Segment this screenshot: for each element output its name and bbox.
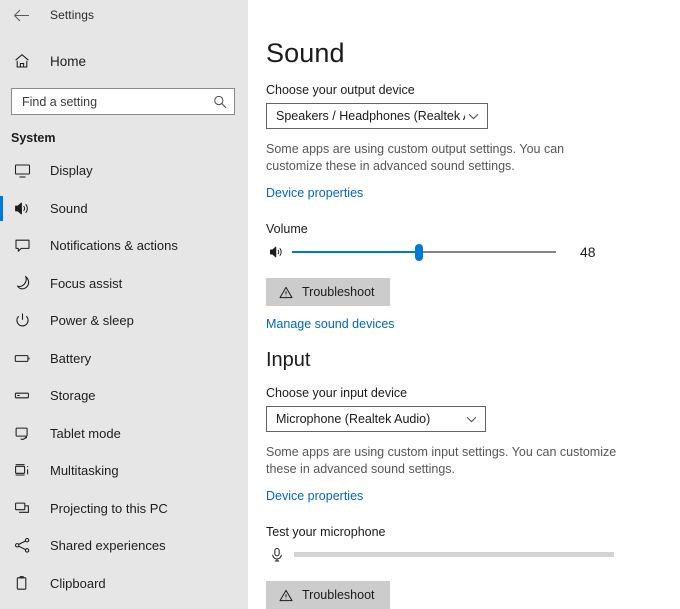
- output-device-value: Speakers / Headphones (Realtek Au...: [276, 109, 465, 123]
- monitor-icon: [11, 160, 33, 182]
- sidebar-item-focus-assist[interactable]: Focus assist: [0, 265, 248, 303]
- sidebar-item-display[interactable]: Display: [0, 152, 248, 190]
- input-device-label: Choose your input device: [266, 386, 680, 400]
- selection-accent: [0, 383, 3, 408]
- power-icon: [11, 310, 33, 332]
- output-manage-sound-devices-link[interactable]: Manage sound devices: [266, 317, 395, 331]
- selection-accent: [0, 571, 3, 596]
- sidebar-item-tablet-mode-label: Tablet mode: [50, 426, 121, 441]
- sidebar-item-multitasking-label: Multitasking: [50, 463, 119, 478]
- storage-icon: [11, 385, 33, 407]
- volume-track-fill: [292, 251, 419, 253]
- speaker-icon: [11, 197, 33, 219]
- sidebar-item-shared-experiences-label: Shared experiences: [50, 538, 166, 553]
- selection-accent: [0, 496, 3, 521]
- clipboard-icon: [11, 572, 33, 594]
- sidebar-item-display-label: Display: [50, 163, 93, 178]
- back-arrow-icon[interactable]: [8, 4, 34, 26]
- sidebar-item-battery-label: Battery: [50, 351, 91, 366]
- test-microphone-label: Test your microphone: [266, 525, 680, 539]
- input-section-title: Input: [266, 349, 680, 372]
- warning-icon: [278, 285, 293, 300]
- sidebar-item-sound[interactable]: Sound: [0, 190, 248, 228]
- sidebar-item-notifications-label: Notifications & actions: [50, 238, 178, 253]
- title-bar: Settings: [0, 0, 248, 30]
- sidebar-section-title: System: [0, 131, 248, 145]
- selection-accent: [0, 458, 3, 483]
- selection-accent: [0, 271, 3, 296]
- battery-icon: [11, 347, 33, 369]
- sidebar-item-projecting-to-this-pc[interactable]: Projecting to this PC: [0, 490, 248, 528]
- sidebar-item-power-sleep[interactable]: Power & sleep: [0, 302, 248, 340]
- sidebar-nav-list: Display Sound: [0, 152, 248, 602]
- selection-accent: [0, 233, 3, 258]
- selection-accent: [0, 196, 3, 221]
- sidebar-item-battery[interactable]: Battery: [0, 340, 248, 378]
- microphone-level-row: [266, 543, 680, 567]
- window-title: Settings: [50, 8, 94, 22]
- sidebar-item-home-label: Home: [50, 54, 86, 69]
- input-troubleshoot-label: Troubleshoot: [302, 588, 375, 602]
- sidebar-item-storage-label: Storage: [50, 388, 96, 403]
- sidebar-item-power-sleep-label: Power & sleep: [50, 313, 134, 328]
- volume-slider[interactable]: [292, 241, 556, 263]
- home-icon: [11, 50, 33, 72]
- speaker-icon[interactable]: [266, 241, 288, 263]
- sidebar-item-shared-experiences[interactable]: Shared experiences: [0, 527, 248, 565]
- sidebar-item-clipboard-label: Clipboard: [50, 576, 106, 591]
- volume-value: 48: [580, 244, 596, 260]
- microphone-level-meter: [294, 552, 614, 558]
- tablet-icon: [11, 422, 33, 444]
- settings-window: Settings Home System: [0, 0, 680, 609]
- output-device-dropdown[interactable]: Speakers / Headphones (Realtek Au...: [266, 103, 488, 129]
- sidebar-item-projecting-label: Projecting to this PC: [50, 501, 168, 516]
- notification-icon: [11, 235, 33, 257]
- volume-slider-thumb[interactable]: [415, 244, 423, 261]
- search-icon[interactable]: [212, 94, 228, 110]
- page-title: Sound: [266, 38, 680, 69]
- selection-accent: [0, 158, 3, 183]
- input-device-dropdown[interactable]: Microphone (Realtek Audio): [266, 406, 486, 432]
- input-troubleshoot-button[interactable]: Troubleshoot: [266, 581, 390, 609]
- microphone-icon: [266, 544, 288, 566]
- input-device-value: Microphone (Realtek Audio): [276, 412, 463, 426]
- sidebar-item-sound-label: Sound: [50, 201, 88, 216]
- selection-accent: [0, 533, 3, 558]
- moon-icon: [11, 272, 33, 294]
- chevron-down-icon: [465, 108, 481, 124]
- selection-accent: [0, 308, 3, 333]
- selection-accent: [0, 346, 3, 371]
- sidebar-item-focus-assist-label: Focus assist: [50, 276, 122, 291]
- volume-slider-row: 48: [266, 240, 680, 264]
- projecting-icon: [11, 497, 33, 519]
- sidebar-item-multitasking[interactable]: Multitasking: [0, 452, 248, 490]
- output-troubleshoot-button[interactable]: Troubleshoot: [266, 278, 390, 306]
- sidebar-item-home[interactable]: Home: [0, 44, 248, 78]
- selection-accent: [0, 421, 3, 446]
- multitasking-icon: [11, 460, 33, 482]
- microphone-meter-track: [294, 552, 614, 557]
- warning-icon: [278, 588, 293, 603]
- output-device-label: Choose your output device: [266, 83, 680, 97]
- input-note: Some apps are using custom input setting…: [266, 444, 618, 478]
- main-content: Sound Choose your output device Speakers…: [248, 0, 680, 609]
- search-input[interactable]: [22, 89, 212, 114]
- volume-label: Volume: [266, 222, 680, 236]
- sidebar-item-storage[interactable]: Storage: [0, 377, 248, 415]
- sidebar-item-tablet-mode[interactable]: Tablet mode: [0, 415, 248, 453]
- output-troubleshoot-label: Troubleshoot: [302, 285, 375, 299]
- output-device-properties-link[interactable]: Device properties: [266, 186, 363, 200]
- sidebar-item-notifications-actions[interactable]: Notifications & actions: [0, 227, 248, 265]
- chevron-down-icon: [463, 411, 479, 427]
- input-device-properties-link[interactable]: Device properties: [266, 489, 363, 503]
- search-box[interactable]: [11, 88, 235, 115]
- sidebar-item-clipboard[interactable]: Clipboard: [0, 565, 248, 603]
- sidebar: Settings Home System: [0, 0, 248, 609]
- output-note: Some apps are using custom output settin…: [266, 141, 618, 175]
- share-icon: [11, 535, 33, 557]
